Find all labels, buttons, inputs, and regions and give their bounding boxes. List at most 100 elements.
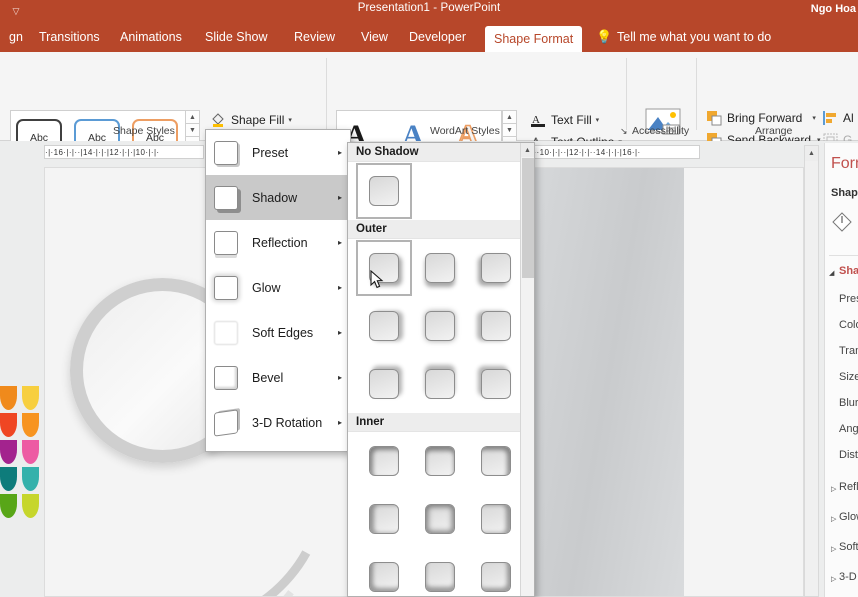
tab-review[interactable]: Review: [285, 22, 344, 52]
tab-slide-show[interactable]: Slide Show: [196, 22, 277, 52]
tab-shape-format[interactable]: Shape Format: [485, 26, 583, 52]
fill-line-icon[interactable]: [831, 211, 853, 238]
tab-transitions[interactable]: Transitions: [30, 22, 109, 52]
pane-field-color[interactable]: Color: [839, 319, 858, 331]
pane-field-distance[interactable]: Distance: [839, 449, 858, 461]
shadow-swatch-preview: [425, 562, 455, 592]
palette-swatch[interactable]: [22, 386, 39, 410]
format-pane-subtitle[interactable]: Shape Options: [831, 187, 858, 199]
tell-me-search[interactable]: Tell me what you want to do: [617, 22, 771, 52]
horizontal-ruler-left[interactable]: ·|·16·|·|··|14·|·|·|12·|·|·|10·|·|·: [44, 145, 204, 159]
shape-fill-button[interactable]: Shape Fill ▾: [208, 110, 312, 130]
window-title: Presentation1 - PowerPoint: [357, 2, 501, 14]
pane-field-presets[interactable]: Presets: [839, 293, 858, 305]
expand-collapse-icon[interactable]: ▷: [831, 545, 836, 553]
gallery-scroll-down-icon[interactable]: ▼: [185, 123, 200, 137]
shadow-gallery-flyout[interactable]: No Shadow Outer Inner ▲: [347, 142, 535, 597]
menu-item-reflection-label: Reflection: [252, 235, 308, 250]
palette-swatch[interactable]: [22, 440, 39, 464]
gallery-scroll-up-icon[interactable]: ▲: [502, 110, 517, 124]
scroll-up-icon[interactable]: ▲: [521, 143, 534, 157]
chevron-down-icon[interactable]: ▾: [596, 116, 600, 124]
format-shape-pane[interactable]: Format Shape Shape Options ◢ Shadow Pres…: [824, 143, 858, 597]
tab-developer[interactable]: Developer: [400, 22, 475, 52]
shadow-swatch-outer-9[interactable]: [468, 356, 524, 412]
expand-collapse-icon[interactable]: ◢: [829, 269, 834, 277]
expand-collapse-icon[interactable]: ▷: [831, 575, 836, 583]
menu-item-reflection[interactable]: Reflection ▸: [206, 220, 350, 265]
shadow-section-header-outer: Outer: [348, 220, 534, 239]
pane-section-shadow[interactable]: Shadow: [839, 265, 858, 277]
powerpoint-window: ▽ Presentation1 - PowerPoint Ngo Hoa gn …: [0, 0, 858, 597]
shadow-swatch-inner-2[interactable]: [412, 433, 468, 489]
menu-item-preset[interactable]: Preset ▸: [206, 130, 350, 175]
scroll-up-icon[interactable]: ▲: [805, 146, 818, 161]
menu-item-glow[interactable]: Glow ▸: [206, 265, 350, 310]
pane-field-size[interactable]: Size: [839, 371, 858, 383]
bring-forward-label: Bring Forward: [727, 111, 803, 125]
pane-section-reflection[interactable]: Reflection: [839, 481, 858, 493]
menu-item-bevel[interactable]: Bevel ▸: [206, 355, 350, 400]
align-label: Al: [843, 111, 854, 125]
account-name[interactable]: Ngo Hoa: [811, 3, 856, 15]
chevron-down-icon[interactable]: ▾: [812, 114, 816, 122]
slide-vertical-scrollbar[interactable]: ▲: [804, 145, 819, 597]
shadow-swatch-inner-4[interactable]: [356, 491, 412, 547]
palette-swatch[interactable]: [0, 440, 17, 464]
palette-swatch[interactable]: [0, 467, 17, 491]
shadow-swatch-inner-3[interactable]: [468, 433, 524, 489]
pane-field-blur[interactable]: Blur: [839, 397, 858, 409]
chevron-down-icon[interactable]: ▾: [288, 116, 292, 124]
shadow-swatch-outer-4[interactable]: [356, 298, 412, 354]
pane-section-glow[interactable]: Glow: [839, 511, 858, 523]
shadow-swatch-outer-2[interactable]: [412, 240, 468, 296]
shadow-swatch-inner-5[interactable]: [412, 491, 468, 547]
shadow-swatch-outer-7[interactable]: [356, 356, 412, 412]
palette-swatch[interactable]: [22, 467, 39, 491]
shadow-row: [348, 548, 534, 597]
group-label-shape-styles: Shape Styles: [113, 125, 175, 137]
shadow-swatch-preview: [369, 446, 399, 476]
expand-collapse-icon[interactable]: ▷: [831, 485, 836, 493]
shadow-swatch-outer-3[interactable]: [468, 240, 524, 296]
shadow-swatch-inner-1[interactable]: [356, 433, 412, 489]
shape-effects-menu[interactable]: Preset ▸ Shadow ▸ Reflection ▸ Glow ▸ So…: [205, 129, 351, 452]
gallery-scroll-up-icon[interactable]: ▲: [185, 110, 200, 124]
menu-item-3d-rotation[interactable]: 3-D Rotation ▸: [206, 400, 350, 445]
shadow-swatch-inner-7[interactable]: [356, 549, 412, 597]
shadow-swatch-outer-8[interactable]: [412, 356, 468, 412]
menu-item-shadow[interactable]: Shadow ▸: [206, 175, 350, 220]
shadow-gallery-scrollbar[interactable]: ▲: [520, 143, 534, 596]
align-button[interactable]: Al: [820, 108, 858, 128]
pane-section-3d-format[interactable]: 3-D Format: [839, 571, 858, 583]
menu-item-soft-edges[interactable]: Soft Edges ▸: [206, 310, 350, 355]
shadow-swatch-inner-9[interactable]: [468, 549, 524, 597]
gray-rectangle-shape[interactable]: [531, 168, 684, 596]
pane-field-transparency[interactable]: Transparency: [839, 345, 858, 357]
shadow-swatch-outer-5[interactable]: [412, 298, 468, 354]
palette-swatch[interactable]: [22, 413, 39, 437]
palette-swatch[interactable]: [0, 386, 17, 410]
shadow-swatch-preview: [369, 311, 399, 341]
expand-collapse-icon[interactable]: ▷: [831, 515, 836, 523]
shadow-swatch-outer-1[interactable]: [356, 240, 412, 296]
horizontal-ruler-right[interactable]: |··10·|·|··|12·|·|··14·|·|·|16·|·: [530, 145, 700, 159]
text-fill-icon: A: [530, 112, 547, 128]
tab-view[interactable]: View: [352, 22, 397, 52]
pane-field-angle[interactable]: Angle: [839, 423, 858, 435]
shadow-swatch-outer-6[interactable]: [468, 298, 524, 354]
shadow-swatch-inner-8[interactable]: [412, 549, 468, 597]
gallery-scroll-down-icon[interactable]: ▼: [502, 123, 517, 137]
dialog-box-launcher-icon[interactable]: ↘: [620, 126, 628, 137]
scrollbar-thumb[interactable]: [522, 158, 534, 278]
shadow-swatch-no-shadow[interactable]: [356, 163, 412, 219]
text-fill-button[interactable]: A Text Fill ▾: [528, 110, 628, 130]
palette-swatch[interactable]: [0, 494, 17, 518]
tab-design[interactable]: gn: [0, 22, 32, 52]
palette-swatch[interactable]: [22, 494, 39, 518]
shadow-section-header-inner: Inner: [348, 413, 534, 432]
palette-swatch[interactable]: [0, 413, 17, 437]
shadow-swatch-inner-6[interactable]: [468, 491, 524, 547]
pane-section-soft-edges[interactable]: Soft Edges: [839, 541, 858, 553]
tab-animations[interactable]: Animations: [111, 22, 191, 52]
